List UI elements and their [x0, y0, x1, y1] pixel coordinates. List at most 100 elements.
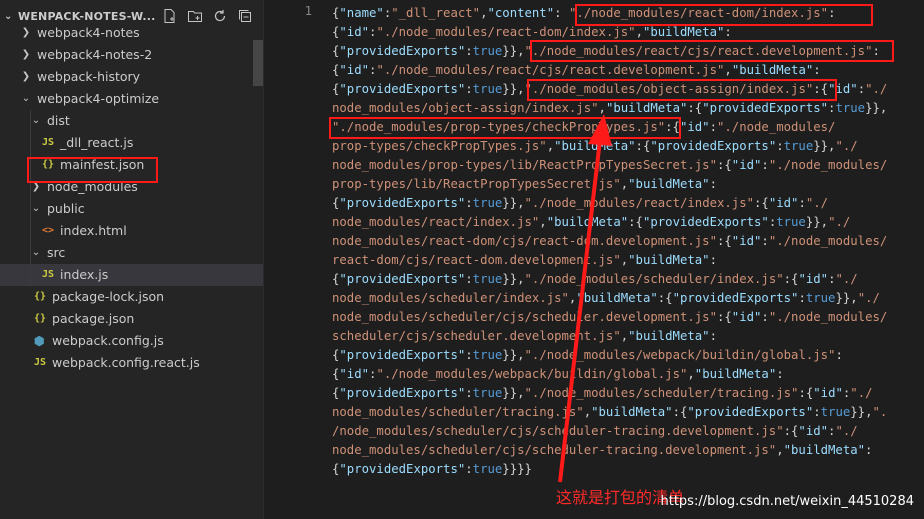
code-token: "buildMeta"	[628, 329, 710, 343]
code-token: "providedExports"	[687, 405, 814, 419]
code-token: :	[709, 329, 717, 343]
code-line[interactable]: node_modules/prop-types/lib/ReactPropTyp…	[332, 156, 924, 175]
code-line[interactable]: node_modules/object-assign/index.js","bu…	[332, 99, 924, 118]
code-token: }},	[835, 291, 858, 305]
tree-item-index-html[interactable]: <> index.html	[0, 220, 263, 242]
code-token: :	[709, 177, 717, 191]
tree-item-label: webpack4-notes	[37, 25, 140, 40]
tree-item-label: webpack4-optimize	[37, 91, 160, 106]
code-token: "./	[857, 291, 880, 305]
code-token: "name"	[339, 6, 384, 20]
tree-item-webpack4-optimize[interactable]: ⌄ webpack4-optimize	[0, 88, 263, 110]
code-token: true	[472, 348, 503, 362]
code-token: :	[813, 63, 821, 77]
code-token: "buildMeta"	[731, 63, 814, 77]
js-file-icon: JS	[42, 269, 55, 280]
workspace-title[interactable]: WENPACK-NOTES-W...	[18, 10, 162, 23]
code-line[interactable]: {"providedExports":true}},"./node_module…	[332, 194, 924, 213]
code-line[interactable]: {"id":"./node_modules/react/cjs/react.de…	[332, 61, 924, 80]
code-line[interactable]: {"id":"./node_modules/webpack/buildin/gl…	[332, 365, 924, 384]
code-token: :{	[716, 158, 732, 172]
tree-item-webpack-config-js[interactable]: ⬢ webpack.config.js	[0, 330, 263, 352]
code-token: :	[465, 462, 473, 476]
chevron-down-icon[interactable]: ⌄	[4, 11, 18, 22]
code-token: "./	[850, 386, 873, 400]
code-token: "providedExports"	[339, 44, 466, 58]
code-line[interactable]: {"providedExports":true}},"./node_module…	[332, 270, 924, 289]
indent-guide	[30, 110, 31, 132]
code-token: }},	[502, 348, 525, 362]
tree-item-package-lock-json[interactable]: {} package-lock.json	[0, 286, 263, 308]
code-line[interactable]: prop-types/lib/ReactPropTypesSecret.js",…	[332, 175, 924, 194]
code-token: "providedExports"	[650, 139, 777, 153]
code-line[interactable]: react-dom/cjs/react-dom.development.js",…	[332, 251, 924, 270]
tree-item-label: public	[47, 201, 85, 216]
tree-item-webpack-history[interactable]: ❯ webpack-history	[0, 66, 263, 88]
code-line[interactable]: {"providedExports":true}},"./node_module…	[332, 384, 924, 403]
explorer-scrollbar[interactable]	[253, 40, 263, 86]
code-token: "id"	[731, 234, 762, 248]
tree-item-label: src	[47, 245, 66, 260]
tree-item-package-json[interactable]: {} package.json	[0, 308, 263, 330]
code-token: true	[472, 462, 503, 476]
code-line[interactable]: node_modules/react/index.js","buildMeta"…	[332, 213, 924, 232]
code-line[interactable]: /node_modules/scheduler/cjs/scheduler-tr…	[332, 422, 924, 441]
code-token: "providedExports"	[339, 348, 466, 362]
code-line[interactable]: scheduler/cjs/scheduler.development.js",…	[332, 327, 924, 346]
code-token: true	[472, 386, 503, 400]
code-token: :	[554, 6, 569, 20]
code-content[interactable]: {"name":"_dll_react","content": "./node_…	[332, 4, 924, 479]
code-token: :{	[628, 215, 643, 229]
code-token: "providedExports"	[339, 196, 466, 210]
tree-item-webpack4-notes-2[interactable]: ❯ webpack4-notes-2	[0, 44, 263, 66]
tree-item-dist[interactable]: ⌄ dist	[0, 110, 263, 132]
code-token: ,	[776, 443, 784, 457]
code-token: }},	[502, 82, 525, 96]
code-token: "./	[805, 196, 829, 210]
code-line[interactable]: node_modules/scheduler/cjs/scheduler.dev…	[332, 308, 924, 327]
code-line[interactable]: {"providedExports":true}},"./node_module…	[332, 346, 924, 365]
line-number-gutter: 1	[264, 4, 312, 18]
code-token: :{	[783, 272, 799, 286]
tree-item-index-js[interactable]: JS index.js	[0, 264, 263, 286]
code-token: true	[820, 405, 851, 419]
code-token: node_modules/prop-types/lib/ReactPropTyp…	[332, 158, 717, 172]
code-token: "./	[865, 82, 888, 96]
line-number: 1	[304, 4, 312, 18]
tree-item-webpack-config-react-js[interactable]: JS webpack.config.react.js	[0, 352, 263, 374]
code-token: "providedExports"	[702, 101, 829, 115]
code-token: :	[813, 405, 821, 419]
code-token: "buildMeta"	[628, 253, 710, 267]
code-token: }},	[813, 139, 836, 153]
tree-item-dll-react-js[interactable]: JS _dll_react.js	[0, 132, 263, 154]
code-line[interactable]: node_modules/scheduler/cjs/scheduler-tra…	[332, 441, 924, 460]
code-token: "./node_modules/react-dom/index.js"	[376, 25, 636, 39]
code-token: :	[465, 348, 473, 362]
code-token: :	[465, 272, 473, 286]
code-token: }},	[502, 44, 525, 58]
tree-item-label: package-lock.json	[52, 289, 165, 304]
chevron-right-icon: ❯	[21, 49, 31, 60]
code-token: "content"	[487, 6, 555, 20]
tree-item-src[interactable]: ⌄ src	[0, 242, 263, 264]
highlight-box-check-prop-types	[329, 117, 681, 139]
annotation-arrow-icon	[558, 114, 612, 483]
code-token: "./node_modules/	[768, 234, 888, 248]
code-line[interactable]: prop-types/checkPropTypes.js","buildMeta…	[332, 137, 924, 156]
code-token: "providedExports"	[339, 82, 466, 96]
code-line[interactable]: node_modules/scheduler/index.js","buildM…	[332, 289, 924, 308]
tree-item-public[interactable]: ⌄ public	[0, 198, 263, 220]
code-token: "providedExports"	[672, 291, 799, 305]
tree-item-label: webpack-history	[37, 69, 141, 84]
js-file-icon: JS	[34, 357, 47, 368]
code-token: node_modules/scheduler/cjs/scheduler.dev…	[332, 310, 717, 324]
code-token: ,	[687, 367, 695, 381]
code-token: true	[472, 272, 503, 286]
code-token: "buildMeta"	[642, 25, 725, 39]
code-line[interactable]: node_modules/react-dom/cjs/react-dom.dev…	[332, 232, 924, 251]
indent-guide	[30, 198, 31, 220]
code-token: ,	[635, 25, 643, 39]
tree-item-webpack4-notes[interactable]: ❯ webpack4-notes	[0, 22, 263, 44]
code-line[interactable]: node_modules/scheduler/tracing.js","buil…	[332, 403, 924, 422]
code-line[interactable]: {"providedExports":true}}}}	[332, 460, 924, 479]
